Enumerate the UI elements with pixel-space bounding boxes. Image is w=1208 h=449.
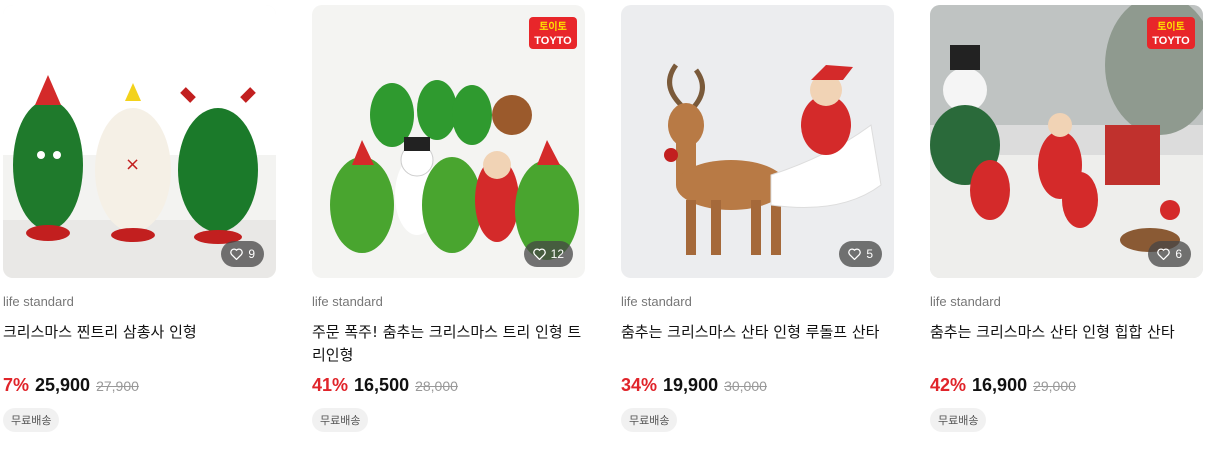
- product-grid: × 9 life standard 크리스마스 찐트리 삼총사 인형 7% 25…: [0, 0, 1208, 449]
- product-image[interactable]: × 9: [3, 5, 276, 278]
- like-count-button[interactable]: 9: [221, 241, 264, 267]
- product-title[interactable]: 춤추는 크리스마스 산타 인형 힙합 산타: [930, 321, 1203, 367]
- svg-text:TOYTO: TOYTO: [534, 35, 572, 47]
- like-count: 12: [550, 247, 564, 261]
- product-title[interactable]: 크리스마스 찐트리 삼총사 인형: [3, 321, 276, 367]
- original-price: 27,900: [96, 378, 139, 394]
- product-title[interactable]: 춤추는 크리스마스 산타 인형 루돌프 산타: [621, 321, 894, 367]
- like-count-button[interactable]: 5: [839, 241, 882, 267]
- product-card[interactable]: 토이토 TOYTO 12 life standard 주문 폭주! 춤추는 크리…: [312, 5, 585, 432]
- svg-text:TOYTO: TOYTO: [1152, 35, 1190, 47]
- discount-rate: 42%: [930, 375, 967, 395]
- discount-rate: 34%: [621, 375, 658, 395]
- price-row: 42% 16,900 29,000: [930, 375, 1203, 396]
- original-price: 28,000: [415, 378, 458, 394]
- discount-rate: 41%: [312, 375, 349, 395]
- heart-icon: [848, 248, 862, 260]
- free-shipping-badge: 무료배송: [312, 408, 369, 432]
- product-image[interactable]: 토이토 TOYTO 12: [312, 5, 585, 278]
- svg-text:토이토: 토이토: [539, 20, 567, 33]
- like-count: 5: [866, 247, 873, 261]
- like-count-button[interactable]: 12: [523, 241, 573, 267]
- discount-rate: 7%: [3, 375, 30, 395]
- brand-name[interactable]: life standard: [312, 294, 585, 309]
- toyto-logo: 토이토 TOYTO: [529, 17, 577, 49]
- like-count-button[interactable]: 6: [1148, 241, 1191, 267]
- product-title[interactable]: 주문 폭주! 춤추는 크리스마스 트리 인형 트리인형: [312, 321, 585, 367]
- sale-price: 25,900: [35, 375, 91, 395]
- heart-icon: [230, 248, 244, 260]
- svg-text:×: ×: [125, 154, 140, 175]
- product-image[interactable]: 5: [621, 5, 894, 278]
- svg-text:토이토: 토이토: [1157, 20, 1185, 33]
- brand-name[interactable]: life standard: [930, 294, 1203, 309]
- product-card[interactable]: 토이토 TOYTO 6 life standard 춤추는 크리스마스 산타 인…: [930, 5, 1203, 432]
- product-image[interactable]: 토이토 TOYTO 6: [930, 5, 1203, 278]
- sale-price: 16,500: [354, 375, 410, 395]
- price-row: 41% 16,500 28,000: [312, 375, 585, 396]
- sale-price: 16,900: [972, 375, 1028, 395]
- like-count: 6: [1175, 247, 1182, 261]
- price-row: 34% 19,900 30,000: [621, 375, 894, 396]
- brand-name[interactable]: life standard: [3, 294, 276, 309]
- sale-price: 19,900: [663, 375, 719, 395]
- price-row: 7% 25,900 27,900: [3, 375, 276, 396]
- like-count: 9: [248, 247, 255, 261]
- free-shipping-badge: 무료배송: [3, 408, 60, 432]
- brand-name[interactable]: life standard: [621, 294, 894, 309]
- original-price: 29,000: [1033, 378, 1076, 394]
- original-price: 30,000: [724, 378, 767, 394]
- heart-icon: [532, 248, 546, 260]
- toyto-logo: 토이토 TOYTO: [1147, 17, 1195, 49]
- product-card[interactable]: × 9 life standard 크리스마스 찐트리 삼총사 인형 7% 25…: [3, 5, 276, 432]
- heart-icon: [1157, 248, 1171, 260]
- product-card[interactable]: 5 life standard 춤추는 크리스마스 산타 인형 루돌프 산타 3…: [621, 5, 894, 432]
- free-shipping-badge: 무료배송: [930, 408, 987, 432]
- free-shipping-badge: 무료배송: [621, 408, 678, 432]
